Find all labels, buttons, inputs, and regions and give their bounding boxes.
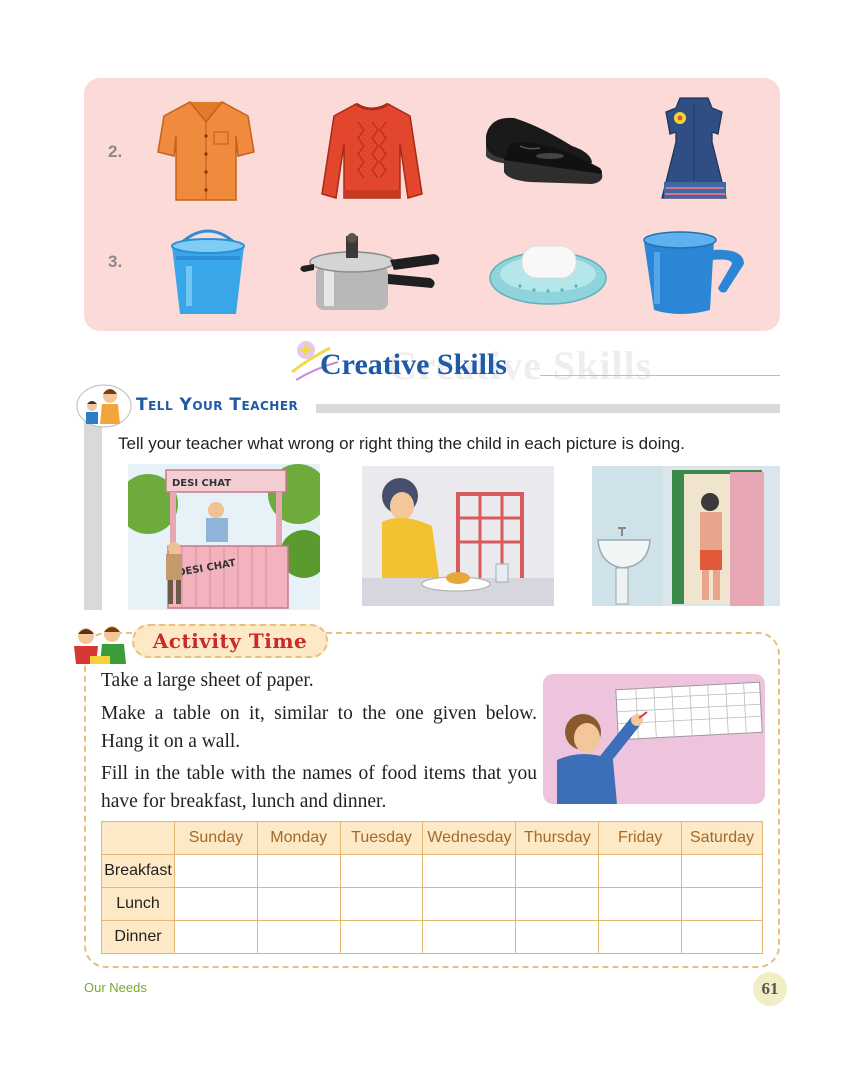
table-cell (515, 920, 600, 954)
table-header-row: Sunday Monday Tuesday Wednesday Thursday… (101, 821, 763, 855)
column-header: Saturday (681, 821, 763, 855)
row-header: Lunch (101, 887, 175, 921)
shoes-icon (486, 117, 603, 184)
food-chart-table: Sunday Monday Tuesday Wednesday Thursday… (101, 821, 763, 954)
chapter-name: Our Needs (84, 980, 147, 995)
table-cell (173, 887, 258, 921)
row-number: 2. (108, 142, 123, 161)
table-cell (681, 854, 763, 888)
column-header: Friday (598, 821, 683, 855)
table-row: Breakfast (101, 854, 763, 888)
activity-time-heading: Activity Time (132, 624, 328, 658)
tell-your-teacher-heading: Tell Your Teacher (136, 395, 299, 415)
chaat-stall-illustration: DESI CHAT DESI CHAT (128, 464, 320, 610)
table-cell (681, 920, 763, 954)
bucket-icon (171, 229, 245, 314)
column-header: Thursday (515, 821, 600, 855)
child-eating-illustration (362, 466, 554, 606)
table-cell (422, 887, 517, 921)
teacher-children-icon (76, 384, 132, 428)
sweater-icon (321, 102, 423, 199)
table-cell (598, 887, 683, 921)
activity-paragraph: Fill in the table with the names of food… (101, 763, 537, 812)
section-divider (540, 375, 780, 376)
pressure-cooker-icon (300, 233, 440, 310)
shirt-icon (157, 101, 255, 201)
mug-icon (643, 231, 744, 314)
tell-your-teacher-instruction: Tell your teacher what wrong or right th… (118, 434, 685, 453)
soap-dish-icon (489, 245, 607, 305)
table-cell (173, 854, 258, 888)
picture-exercise-panel: 2. 3. (84, 78, 780, 331)
column-header: Monday (256, 821, 341, 855)
column-header: Wednesday (422, 821, 517, 855)
table-cell (339, 854, 424, 888)
children-drawing-icon (74, 626, 126, 664)
row-header: Breakfast (101, 854, 175, 888)
section-bar (316, 404, 780, 413)
table-row: Lunch (101, 887, 763, 921)
table-cell (339, 920, 424, 954)
activity-paragraph: Make a table on it, similar to the one g… (101, 703, 537, 752)
table-cell (173, 920, 258, 954)
section-side-bar (84, 404, 102, 610)
table-cell (515, 854, 600, 888)
table-cell (422, 854, 517, 888)
table-cell (339, 887, 424, 921)
table-row: Dinner (101, 920, 763, 954)
table-cell (256, 854, 341, 888)
boy-writing-chart-illustration (543, 674, 765, 804)
table-cell (422, 920, 517, 954)
table-cell (598, 854, 683, 888)
stall-sign-top: DESI CHAT (172, 478, 231, 489)
page-number: 61 (753, 972, 787, 1006)
activity-paragraph: Take a large sheet of paper. (101, 670, 314, 691)
table-corner-cell (101, 821, 175, 855)
table-cell (681, 887, 763, 921)
child-at-washbasin-illustration (592, 466, 780, 606)
table-cell (256, 887, 341, 921)
column-header: Tuesday (339, 821, 424, 855)
table-cell (598, 920, 683, 954)
table-cell (515, 887, 600, 921)
column-header: Sunday (173, 821, 258, 855)
section-title: Creative Skills (320, 348, 507, 381)
row-header: Dinner (101, 920, 175, 954)
dress-icon (661, 97, 727, 199)
table-cell (256, 920, 341, 954)
row-number: 3. (108, 252, 123, 271)
